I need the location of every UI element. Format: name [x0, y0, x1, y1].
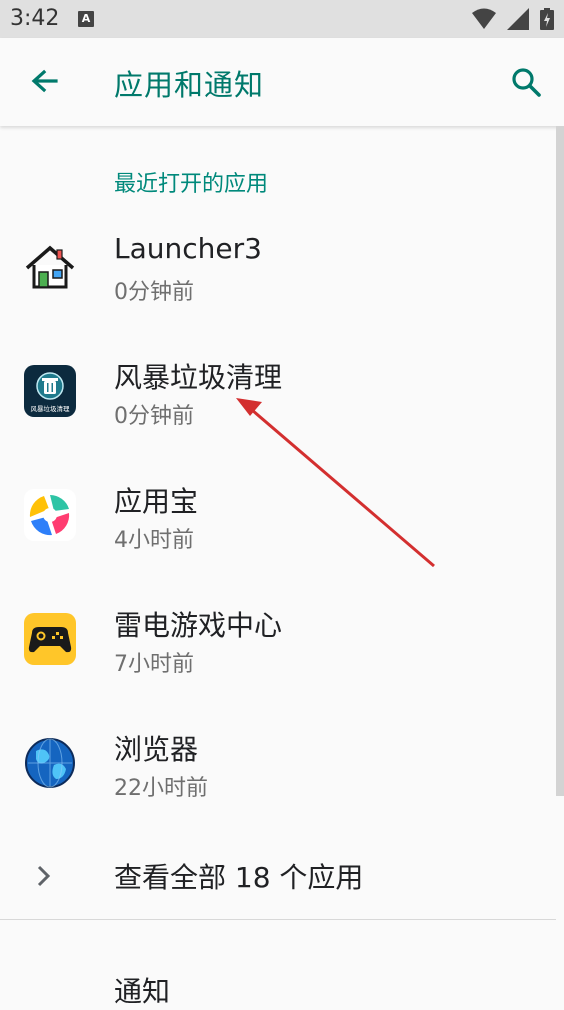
- app-name: 应用宝: [114, 485, 199, 518]
- app-bar: 应用和通知: [0, 38, 564, 126]
- icon-caption: 风暴垃圾清理: [31, 404, 71, 413]
- app-last-opened: 4小时前: [114, 528, 194, 553]
- notification-a-icon: A: [78, 11, 94, 27]
- house-icon: [25, 245, 75, 289]
- search-button[interactable]: [504, 60, 548, 104]
- list-item-browser[interactable]: 浏览器 22小时前: [0, 704, 556, 826]
- status-time: 3:42: [10, 6, 60, 31]
- app-name: 风暴垃圾清理: [114, 361, 283, 394]
- scrollbar[interactable]: [556, 126, 564, 796]
- gamepad-icon: [24, 613, 76, 665]
- app-last-opened: 0分钟前: [114, 280, 194, 305]
- app-name: 雷电游戏中心: [114, 609, 283, 642]
- arrow-back-icon: [31, 69, 58, 93]
- trash-cleaner-icon: 风暴垃圾清理: [24, 365, 76, 417]
- app-last-opened: 0分钟前: [114, 404, 194, 429]
- page-title: 应用和通知: [114, 68, 265, 102]
- list-item-storm-cleaner[interactable]: 风暴垃圾清理 风暴垃圾清理 0分钟前: [0, 332, 556, 454]
- back-button[interactable]: [22, 60, 66, 104]
- chevron-right-icon: [37, 865, 51, 887]
- app-last-opened: 7小时前: [114, 652, 194, 677]
- section-header-recent: 最近打开的应用: [114, 172, 269, 197]
- signal-icon: [506, 8, 529, 30]
- see-all-apps-label: 查看全部 18 个应用: [114, 861, 364, 894]
- app-name: 浏览器: [114, 733, 199, 766]
- divider: [0, 919, 556, 920]
- globe-icon: [25, 738, 75, 788]
- list-item-game-center[interactable]: 雷电游戏中心 7小时前: [0, 580, 556, 702]
- app-name: Launcher3: [114, 232, 262, 265]
- list-item-app-store[interactable]: 应用宝 4小时前: [0, 456, 556, 578]
- list-item-launcher3[interactable]: Launcher3 0分钟前: [0, 208, 556, 330]
- see-all-apps-button[interactable]: 查看全部 18 个应用: [0, 840, 556, 912]
- app-store-icon: [24, 489, 76, 541]
- search-icon: [512, 68, 541, 97]
- app-last-opened: 22小时前: [114, 776, 208, 801]
- status-bar: 3:42 A: [0, 0, 564, 38]
- status-icons: [466, 8, 554, 30]
- battery-icon: [540, 8, 554, 30]
- wifi-icon: [471, 8, 496, 29]
- notifications-item[interactable]: 通知: [114, 970, 170, 1010]
